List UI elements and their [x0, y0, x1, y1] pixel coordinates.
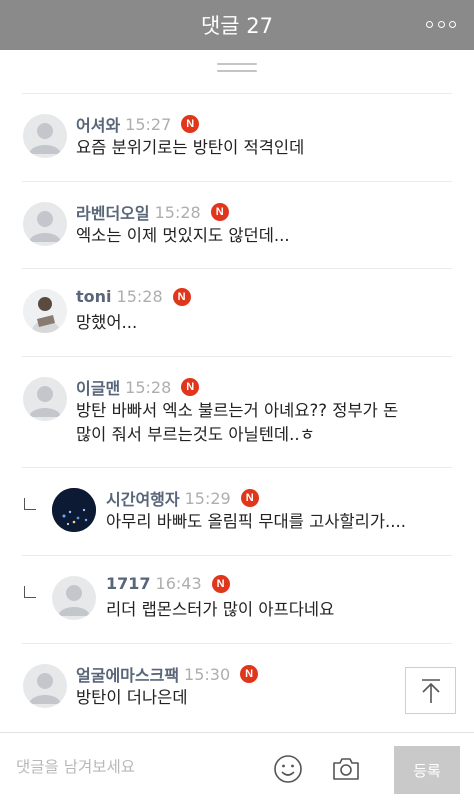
comment-text: 요즘 분위기로는 방탄이 적격인데 — [76, 138, 305, 157]
avatar[interactable] — [23, 664, 67, 708]
comment-author[interactable]: 얼굴에마스크팩 — [76, 662, 179, 686]
comment-item: 어셔와 15:27 N 요즘 분위기로는 방탄이 적격인데 — [22, 93, 452, 182]
comment-compose-bar: 등록 — [0, 732, 474, 801]
avatar[interactable] — [23, 202, 67, 246]
new-badge: N — [240, 489, 259, 507]
drag-handle[interactable] — [217, 63, 257, 72]
reply-item: 시간여행자 15:29 N 아무리 바빠도 올림픽 무대를 고사할리가.... — [22, 467, 452, 556]
comment-item: 라벤더오일 15:28 N 엑소는 이제 멋있지도 않던데... — [22, 181, 452, 269]
comment-time: 15:29 — [184, 488, 231, 508]
comment-item: 이글맨 15:28 N 방탄 바빠서 엑소 불르는거 아녜요?? 정부가 돈 많… — [22, 356, 452, 468]
comment-text: 많이 줘서 부르는것도 아닐텐데..ㅎ — [76, 425, 315, 444]
comment-text: 아무리 바빠도 올림픽 무대를 고사할리가.... — [106, 512, 407, 531]
comment-text: 리더 랩몬스터가 많이 아프다네요 — [106, 600, 335, 619]
camera-icon[interactable] — [330, 753, 362, 785]
arrow-up-icon — [421, 678, 440, 703]
comment-item: toni 15:28 N 망했어... — [22, 268, 452, 357]
comment-author[interactable]: 시간여행자 — [106, 486, 180, 510]
comment-author[interactable]: 라벤더오일 — [76, 200, 150, 224]
new-badge: N — [181, 115, 200, 133]
new-badge: N — [210, 203, 229, 221]
comment-author[interactable]: 어셔와 — [76, 112, 120, 136]
avatar[interactable] — [23, 289, 67, 333]
new-badge: N — [181, 378, 200, 396]
more-icon[interactable] — [426, 17, 456, 31]
avatar[interactable] — [23, 114, 67, 158]
comment-time: 15:28 — [154, 202, 201, 222]
new-badge: N — [211, 574, 230, 593]
comment-text: 방탄이 더나은데 — [76, 688, 188, 707]
comment-time: 15:28 — [116, 287, 163, 306]
comment-text: 방탄 바빠서 엑소 불르는거 아녜요?? 정부가 돈 — [76, 401, 399, 420]
comment-time: 15:28 — [125, 377, 172, 397]
scroll-top-button[interactable] — [405, 667, 456, 714]
reply-item: 1717 16:43 N 리더 랩몬스터가 많이 아프다네요 — [22, 555, 452, 644]
comment-text: 망했어... — [76, 313, 138, 332]
comment-item: 얼굴에마스크팩 15:30 N 방탄이 더나은데 — [22, 643, 452, 733]
comment-time: 15:30 — [184, 664, 231, 684]
comment-input[interactable] — [0, 733, 278, 801]
comment-author[interactable]: toni — [76, 287, 112, 306]
avatar[interactable] — [52, 576, 96, 620]
header-bar: 댓글 27 — [0, 0, 474, 50]
avatar[interactable] — [23, 377, 67, 421]
emoji-icon[interactable] — [272, 753, 304, 785]
comment-time: 15:27 — [125, 114, 172, 134]
comment-time: 16:43 — [155, 574, 202, 593]
comment-text: 엑소는 이제 멋있지도 않던데... — [76, 226, 290, 245]
new-badge: N — [240, 665, 259, 683]
reply-indicator-icon — [24, 498, 36, 510]
reply-indicator-icon — [24, 586, 36, 598]
comment-author[interactable]: 이글맨 — [76, 375, 120, 399]
avatar[interactable] — [52, 488, 96, 532]
submit-button[interactable]: 등록 — [394, 746, 460, 794]
page-title: 댓글 27 — [200, 14, 274, 38]
comment-author[interactable]: 1717 — [106, 574, 151, 593]
new-badge: N — [172, 287, 191, 306]
